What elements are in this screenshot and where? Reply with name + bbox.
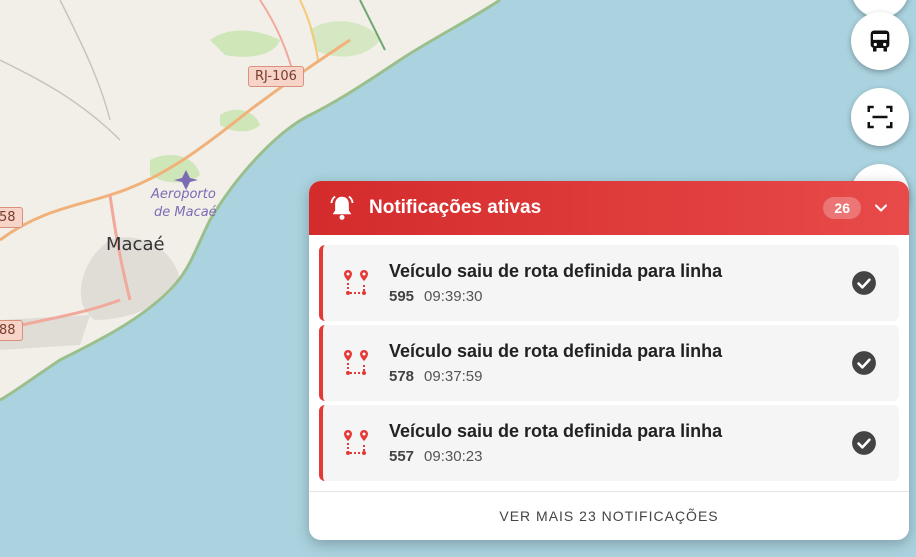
airport-label-line-2: de Macaé	[154, 205, 217, 220]
notification-list: Veículo saiu de rota definida para linha…	[309, 235, 909, 481]
route-deviation-icon	[344, 350, 368, 375]
panel-header[interactable]: Notificações ativas 26	[309, 181, 909, 235]
vehicle-id: 595	[389, 288, 415, 305]
notification-time: 09:30:23	[424, 448, 483, 465]
notification-title: Veículo saiu de rota definida para linha	[389, 341, 723, 361]
panel-title: Notificações ativas	[369, 197, 542, 218]
road-shield-edge-1: 58	[0, 207, 23, 228]
chevron-down-icon[interactable]	[871, 198, 891, 218]
vehicle-id: 578	[389, 368, 415, 385]
notification-item[interactable]: Veículo saiu de rota definida para linha…	[319, 325, 899, 401]
check-circle-icon[interactable]	[851, 430, 877, 456]
notification-time: 09:37:59	[424, 368, 483, 385]
airport-label-line-1: Aeroporto	[151, 187, 216, 202]
notification-title: Veículo saiu de rota definida para linha	[389, 261, 723, 281]
road-shield-edge-2: 88	[0, 320, 23, 341]
scan-icon	[867, 105, 893, 129]
notification-item[interactable]: Veículo saiu de rota definida para linha…	[319, 405, 899, 481]
route-deviation-icon	[344, 430, 368, 455]
bus-icon	[870, 30, 890, 52]
notification-title: Veículo saiu de rota definida para linha	[389, 421, 723, 441]
notification-count-badge: 26	[823, 197, 861, 219]
bus-button[interactable]	[851, 12, 909, 70]
notification-time: 09:39:30	[424, 288, 483, 305]
vehicle-id: 557	[389, 448, 415, 465]
bell-icon	[330, 195, 354, 220]
road-shield-rj106: RJ-106	[248, 66, 304, 87]
check-circle-icon[interactable]	[851, 270, 877, 296]
scan-button[interactable]	[851, 88, 909, 146]
route-deviation-icon	[344, 270, 368, 295]
city-label: Macaé	[106, 234, 165, 255]
check-circle-icon[interactable]	[851, 350, 877, 376]
see-more-notifications-button[interactable]: VER MAIS 23 NOTIFICAÇÕES	[309, 491, 909, 540]
notifications-panel: Notificações ativas 26 Veículo saiu de r…	[309, 181, 909, 540]
notification-item[interactable]: Veículo saiu de rota definida para linha…	[319, 245, 899, 321]
